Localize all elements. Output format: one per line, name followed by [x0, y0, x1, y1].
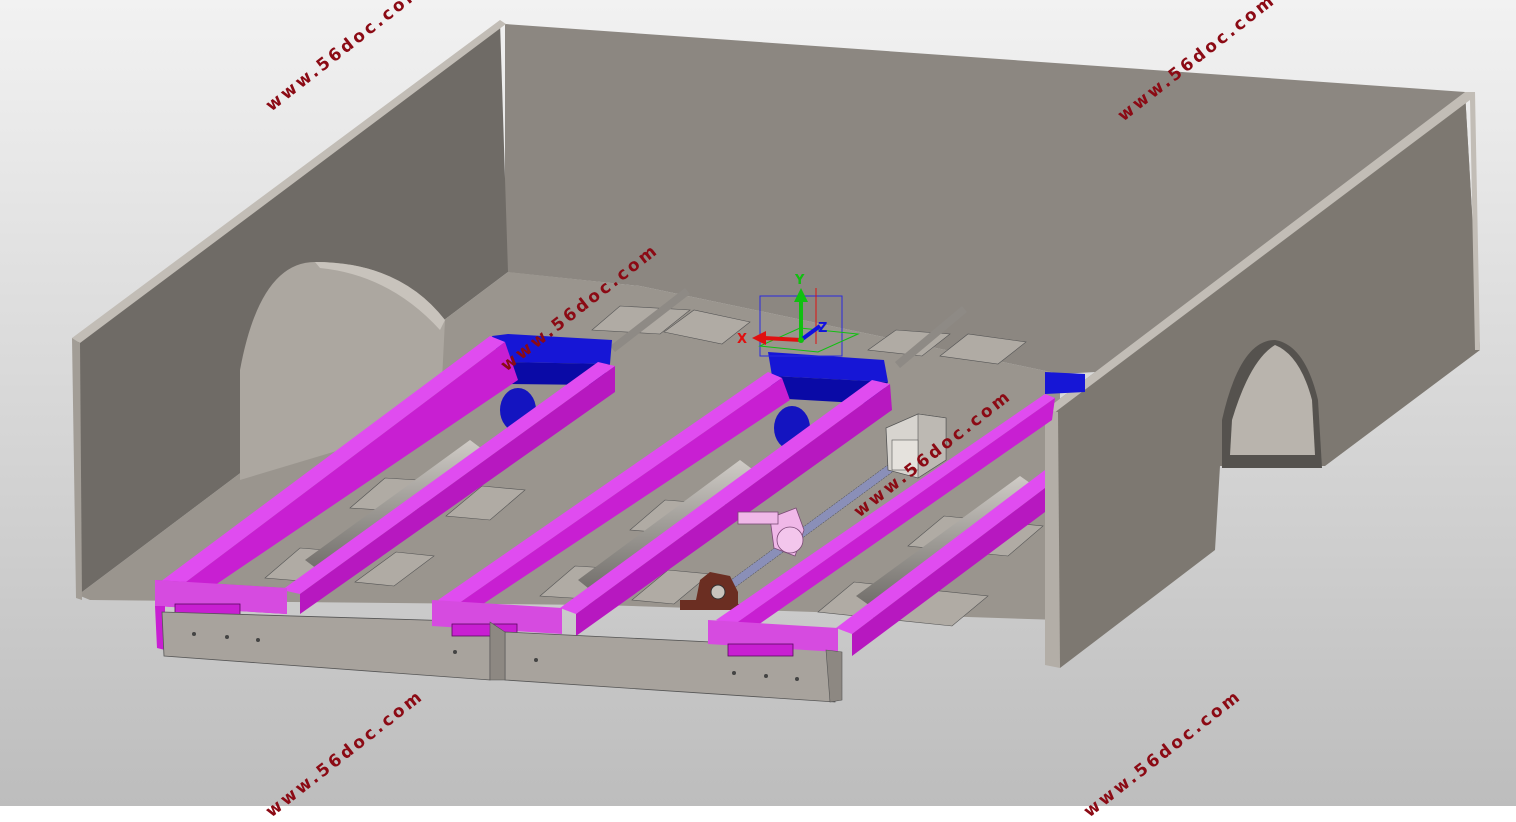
triad-y-label: Y: [794, 273, 805, 288]
triad-x-label: X: [737, 332, 747, 347]
triad-x-axis: [763, 336, 802, 342]
nut-flange: [776, 526, 804, 554]
front-plate-end: [489, 621, 506, 681]
bolt-hole: [732, 671, 736, 675]
bolt-hole: [795, 677, 799, 681]
bolt-hole: [256, 638, 260, 642]
bolt-hole: [225, 635, 229, 639]
triad-origin: [798, 337, 804, 343]
bolt-hole: [534, 658, 538, 662]
magenta-tab: [727, 643, 794, 657]
bolt-hole: [764, 674, 768, 678]
cad-viewport[interactable]: X Y Z: [0, 0, 1516, 806]
bolt-hole: [192, 632, 196, 636]
bolt-hole: [453, 650, 457, 654]
triad-z-label: Z: [818, 321, 827, 336]
bearing-ring: [710, 584, 726, 600]
nut-arm: [737, 511, 779, 525]
box-right-wall-end: [1045, 410, 1060, 668]
blue-carriage: [1045, 372, 1085, 394]
